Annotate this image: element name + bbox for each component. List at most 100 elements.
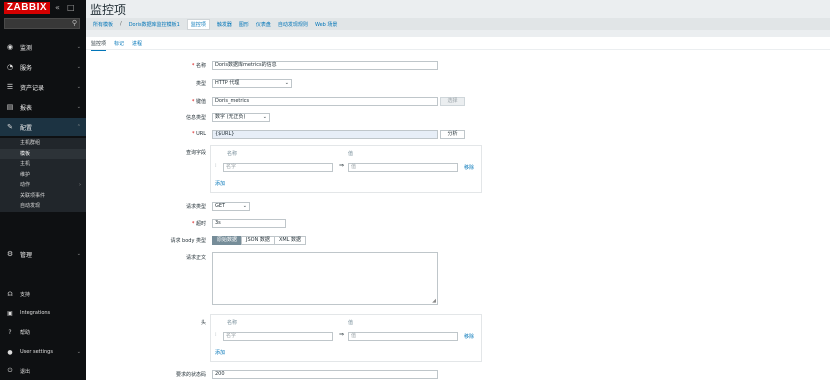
parse-url-button[interactable]: 分析 <box>440 130 465 139</box>
request-type-select[interactable]: GET ⌄ <box>212 202 250 211</box>
body-type-segmented: 原始数据 JSON 数据 XML 数据 <box>212 236 307 245</box>
gear-icon: ⚙ <box>6 250 14 258</box>
body-type-label: 请求 body 类型 <box>170 238 206 244</box>
body-type-json[interactable]: JSON 数据 <box>241 236 275 245</box>
query-col-value: 值 <box>348 151 354 157</box>
zabbix-logo[interactable]: ZABBIX <box>4 2 50 14</box>
request-body-textarea[interactable]: ◢ <box>212 252 438 305</box>
list-icon: ☰ <box>6 83 14 91</box>
header-value-input[interactable]: 值 <box>348 332 458 341</box>
header-remove-link[interactable]: 移除 <box>464 333 474 340</box>
footer-label: 退出 <box>20 368 31 375</box>
submenu-host-groups[interactable]: 主机群组 <box>0 138 86 149</box>
headers-table: 名称 值 ⁞ 名字 ⇒ 值 移除 添加 <box>210 314 482 362</box>
breadcrumb-items[interactable]: 监控项 <box>186 18 210 30</box>
chevron-down-icon: ⌄ <box>262 114 267 120</box>
info-type-select-value: 数字 (无正负) <box>215 114 246 120</box>
submenu-event-correlation[interactable]: 关联项事件 <box>0 191 86 202</box>
headers-label: 头 <box>200 320 206 326</box>
timeout-label-text: 超时 <box>195 221 206 227</box>
item-form-panel: 监控项 标记 进程 * 名称 Doris数据库metrics的信息 类型 HTT… <box>86 37 830 380</box>
request-body-label: 请求正文 <box>185 255 206 261</box>
menu-label: 资产记录 <box>20 84 45 92</box>
breadcrumb-dashboards[interactable]: 仪表盘 <box>256 21 271 28</box>
header-add-link[interactable]: 添加 <box>215 349 225 356</box>
status-codes-input[interactable]: 200 <box>212 370 438 379</box>
drag-handle-icon[interactable]: ⁞ <box>215 163 217 169</box>
chevron-down-icon: ⌄ <box>76 44 81 50</box>
menu-monitoring[interactable]: ◉ 监测 ⌄ <box>0 38 86 56</box>
query-name-input[interactable]: 名字 <box>223 163 333 172</box>
chevron-down-icon: ⌄ <box>76 84 81 90</box>
name-input[interactable]: Doris数据库metrics的信息 <box>212 61 438 70</box>
chevron-down-icon: ⌄ <box>76 64 81 70</box>
sidebar-search-input[interactable]: ⚲ <box>4 18 80 29</box>
url-input[interactable]: {$URL} <box>212 130 438 139</box>
menu-configuration[interactable]: ✎ 配置 ⌃ <box>0 118 86 136</box>
footer-label: User settings <box>20 349 53 355</box>
submenu-actions[interactable]: 动作 › <box>0 180 86 191</box>
menu-label: 服务 <box>20 64 33 72</box>
status-codes-label: 要求的状态码 <box>175 372 206 378</box>
submenu-discovery[interactable]: 自动发现 <box>0 201 86 212</box>
help-icon: ? <box>8 328 12 336</box>
name-label-text: 名称 <box>195 63 206 69</box>
query-col-name: 名称 <box>227 151 238 157</box>
search-icon[interactable]: ⚲ <box>72 19 77 28</box>
query-fields-table: 名称 值 ⁞ 名字 ⇒ 值 移除 添加 <box>210 145 482 193</box>
key-input[interactable]: Doris_metrics <box>212 97 438 106</box>
menu-administration[interactable]: ⚙ 管理 ⌄ <box>0 245 86 263</box>
chevron-right-icon: › <box>79 182 81 188</box>
footer-user-settings[interactable]: ● User settings ⌄ <box>0 345 86 359</box>
select-key-button[interactable]: 选择 <box>440 97 465 106</box>
info-type-label: 信息类型 <box>185 115 206 121</box>
query-add-link[interactable]: 添加 <box>215 180 225 187</box>
resize-grip-icon[interactable]: ◢ <box>432 298 436 304</box>
breadcrumb-graphs[interactable]: 图形 <box>239 21 249 28</box>
menu-reports[interactable]: ▤ 报表 ⌄ <box>0 98 86 116</box>
query-remove-link[interactable]: 移除 <box>464 164 474 171</box>
footer-support[interactable]: ☊ 支持 <box>0 287 86 301</box>
submenu-hosts[interactable]: 主机 <box>0 159 86 170</box>
breadcrumb-discovery-rules[interactable]: 自动发现规则 <box>278 21 308 28</box>
menu-label: 管理 <box>20 251 33 259</box>
menu-services[interactable]: ◔ 服务 ⌄ <box>0 58 86 76</box>
chevron-down-icon: ⌄ <box>242 203 247 209</box>
integrations-icon: ▣ <box>7 309 13 317</box>
drag-handle-icon[interactable]: ⁞ <box>215 332 217 338</box>
info-type-select[interactable]: 数字 (无正负) ⌄ <box>212 113 270 122</box>
type-select-value: HTTP 代理 <box>215 80 240 86</box>
menu-inventory[interactable]: ☰ 资产记录 ⌄ <box>0 78 86 96</box>
type-label: 类型 <box>195 81 206 87</box>
wrench-icon: ✎ <box>7 123 13 131</box>
url-label: * URL <box>191 131 206 137</box>
breadcrumb-separator: / <box>120 21 122 27</box>
submenu-label: 动作 <box>20 182 31 188</box>
main-content: 监控项 所有模板 / Doris数据库监控模板1 监控项 触发器 图形 仪表盘 … <box>86 0 830 380</box>
collapse-sidebar-icon[interactable]: « <box>55 3 60 13</box>
submenu-templates[interactable]: 模板 <box>0 148 86 159</box>
breadcrumb-template[interactable]: Doris数据库监控模板1 <box>129 21 180 28</box>
configuration-submenu: 主机群组 模板 主机 维护 动作 › 关联项事件 自动发现 <box>0 138 86 212</box>
breadcrumb-all-templates[interactable]: 所有模板 <box>93 21 113 28</box>
body-type-xml[interactable]: XML 数据 <box>273 236 307 245</box>
user-icon: ● <box>7 348 13 356</box>
timeout-input[interactable]: 3s <box>212 219 286 228</box>
submenu-maintenance[interactable]: 维护 <box>0 170 86 181</box>
query-fields-label: 查询字段 <box>185 150 206 156</box>
page-title: 监控项 <box>90 3 127 17</box>
menu-label: 报表 <box>20 104 33 112</box>
footer-sign-out[interactable]: ⏻ 退出 <box>0 364 86 378</box>
header-name-input[interactable]: 名字 <box>223 332 333 341</box>
type-select[interactable]: HTTP 代理 ⌄ <box>212 79 292 88</box>
body-type-raw[interactable]: 原始数据 <box>212 236 243 245</box>
kiosk-mode-icon[interactable]: □ <box>67 3 75 13</box>
headers-col-value: 值 <box>348 320 354 326</box>
query-value-input[interactable]: 值 <box>348 163 458 172</box>
footer-help[interactable]: ? 帮助 <box>0 325 86 339</box>
breadcrumb-web-scenarios[interactable]: Web 场景 <box>315 21 338 28</box>
chevron-down-icon: ⌄ <box>76 251 81 257</box>
footer-integrations[interactable]: ▣ Integrations <box>0 306 86 320</box>
clock-icon: ◔ <box>6 63 14 71</box>
breadcrumb-triggers[interactable]: 触发器 <box>217 21 232 28</box>
